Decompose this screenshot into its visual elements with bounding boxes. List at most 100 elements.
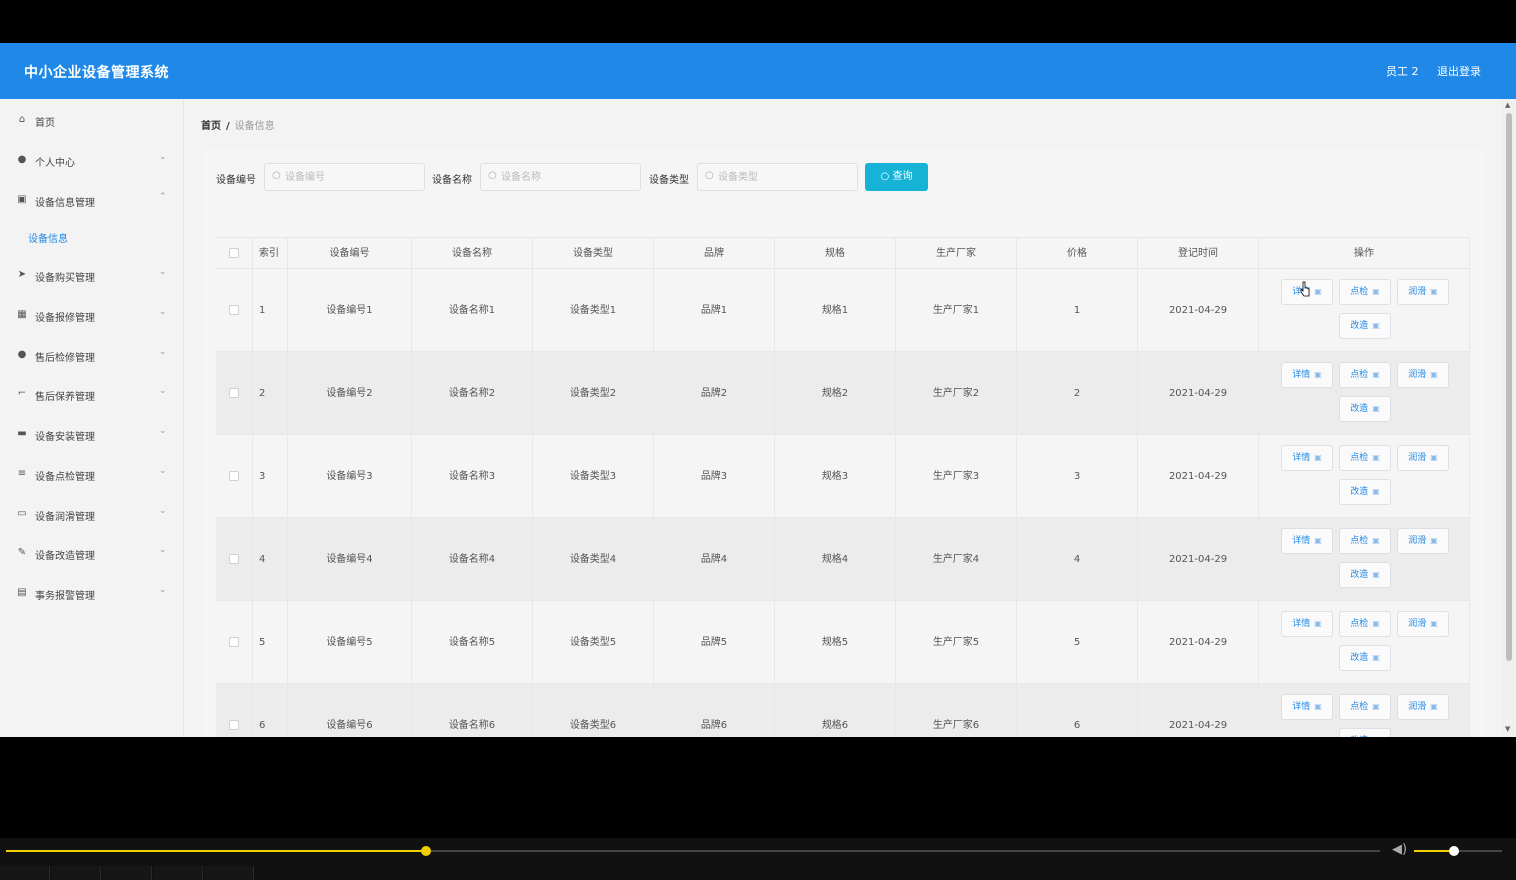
cell-brand: 品牌4 bbox=[654, 518, 775, 601]
lubricate-button[interactable]: 润滑 ▣ bbox=[1397, 528, 1449, 554]
progress-bar[interactable] bbox=[6, 846, 1380, 856]
detail-button[interactable]: 详情▣ bbox=[1281, 445, 1333, 471]
inspect-button[interactable]: 点检 ▣ bbox=[1339, 611, 1391, 637]
chevron-down-icon[interactable]: ⌄ bbox=[159, 585, 167, 595]
sidebar-item-label: 设备润滑管理 bbox=[35, 512, 95, 523]
row-checkbox-cell[interactable] bbox=[216, 269, 253, 352]
inspect-button[interactable]: 点检 ▣ bbox=[1339, 445, 1391, 471]
detail-button[interactable]: 详情▣ bbox=[1281, 528, 1333, 554]
cell-name: 设备名称1 bbox=[412, 269, 533, 352]
search-box-name[interactable]: ○ bbox=[480, 163, 641, 191]
chevron-down-icon[interactable]: ⌄ bbox=[159, 267, 167, 277]
progress-knob[interactable] bbox=[421, 846, 432, 856]
breadcrumb-home[interactable]: 首页 bbox=[201, 121, 221, 132]
content-panel: 设备编号 ○ 设备名称 ○ 设备类型 ○ ○ 查询 索引设备编号设备名称设备类型… bbox=[202, 149, 1485, 737]
search-label-code: 设备编号 bbox=[216, 175, 256, 186]
chevron-down-icon[interactable]: ⌄ bbox=[159, 152, 167, 162]
modify-button[interactable]: 改造▣ bbox=[1339, 562, 1391, 588]
sidebar-item[interactable]: ▬ 设备安装管理 ⌄ bbox=[0, 425, 184, 445]
player-tab[interactable] bbox=[153, 866, 203, 880]
row-checkbox-cell[interactable] bbox=[216, 352, 253, 435]
modify-button[interactable]: 改造▣ bbox=[1339, 645, 1391, 671]
sidebar-item[interactable]: ✎ 设备改造管理 ⌄ bbox=[0, 544, 184, 564]
chevron-down-icon[interactable]: ⌄ bbox=[159, 386, 167, 396]
action-label: 详情 bbox=[1292, 370, 1311, 380]
actions-cell: 详情▣点检▣润滑▣ 改造▣ bbox=[1259, 684, 1470, 737]
scrollbar-thumb[interactable] bbox=[1506, 113, 1512, 661]
volume-icon[interactable]: ◀) bbox=[1392, 842, 1407, 857]
app-window: 中小企业设备管理系统 员工 2 退出登录 ⌂ 首页 ● 个人中心 ⌄ ▣ 设备信息管理 ⌃ ➤ 设… bbox=[0, 43, 1516, 737]
inspect-button[interactable]: 点检 ▣ bbox=[1339, 362, 1391, 388]
query-button[interactable]: ○ 查询 bbox=[865, 163, 928, 191]
sidebar-item-label: 设备改造管理 bbox=[35, 551, 95, 562]
volume-knob[interactable] bbox=[1448, 846, 1459, 856]
row-checkbox-cell[interactable] bbox=[216, 601, 253, 684]
lubricate-button[interactable]: 润滑 ▣ bbox=[1397, 694, 1449, 720]
sidebar-item[interactable]: ● 个人中心 ⌄ bbox=[0, 151, 184, 171]
sidebar-item[interactable]: ▤ 事务报警管理 ⌄ bbox=[0, 584, 184, 604]
checkbox[interactable] bbox=[229, 248, 239, 258]
sidebar-item[interactable]: ≡ 设备点检管理 ⌄ bbox=[0, 465, 184, 485]
player-tab[interactable] bbox=[51, 866, 101, 880]
chevron-down-icon[interactable]: ⌄ bbox=[159, 545, 167, 555]
row-checkbox-cell[interactable] bbox=[216, 435, 253, 518]
lubricate-button[interactable]: 润滑 ▣ bbox=[1397, 279, 1449, 305]
device-code-input[interactable] bbox=[285, 168, 420, 186]
action-label: 详情 bbox=[1292, 536, 1311, 546]
cell-type: 设备类型5 bbox=[533, 601, 654, 684]
modify-button[interactable]: 改造▣ bbox=[1339, 479, 1391, 505]
modify-button[interactable]: 改造▣ bbox=[1339, 396, 1391, 422]
detail-button[interactable]: 详情▣ bbox=[1281, 611, 1333, 637]
sidebar-item[interactable]: ⌂ 首页 bbox=[0, 111, 184, 131]
row-checkbox-cell[interactable] bbox=[216, 684, 253, 737]
search-box-code[interactable]: ○ bbox=[264, 163, 425, 191]
player-tab[interactable] bbox=[102, 866, 152, 880]
sidebar-item[interactable]: ▣ 设备信息管理 ⌃ bbox=[0, 191, 184, 211]
page-scrollbar[interactable]: ▲ ▼ bbox=[1502, 99, 1516, 737]
lubricate-button[interactable]: 润滑 ▣ bbox=[1397, 611, 1449, 637]
scroll-up-arrow[interactable]: ▲ bbox=[1505, 101, 1510, 109]
sidebar-item-label: 售后检修管理 bbox=[35, 353, 95, 364]
chevron-down-icon[interactable]: ⌄ bbox=[159, 466, 167, 476]
checkbox[interactable] bbox=[229, 637, 239, 647]
checkbox[interactable] bbox=[229, 388, 239, 398]
cell-index: 6 bbox=[253, 684, 288, 737]
sidebar-item[interactable]: ▭ 设备润滑管理 ⌄ bbox=[0, 505, 184, 525]
volume-slider[interactable] bbox=[1414, 846, 1502, 856]
cell-index: 5 bbox=[253, 601, 288, 684]
chevron-down-icon[interactable]: ⌄ bbox=[159, 426, 167, 436]
row-checkbox-cell[interactable] bbox=[216, 518, 253, 601]
player-tab[interactable] bbox=[204, 866, 254, 880]
search-box-type[interactable]: ○ bbox=[697, 163, 858, 191]
scroll-down-arrow[interactable]: ▼ bbox=[1505, 725, 1510, 733]
logout-link[interactable]: 退出登录 bbox=[1437, 63, 1481, 79]
inspect-button[interactable]: 点检 ▣ bbox=[1339, 528, 1391, 554]
device-type-input[interactable] bbox=[718, 168, 853, 186]
sidebar-subitem-device-info[interactable]: 设备信息 bbox=[28, 230, 68, 245]
modify-button[interactable]: 改造▣ bbox=[1339, 728, 1391, 737]
current-user[interactable]: 员工 2 bbox=[1386, 63, 1419, 79]
inspect-button[interactable]: 点检 ▣ bbox=[1339, 279, 1391, 305]
detail-button[interactable]: 详情▣ bbox=[1281, 362, 1333, 388]
chevron-down-icon[interactable]: ⌄ bbox=[159, 307, 167, 317]
lubricate-button[interactable]: 润滑 ▣ bbox=[1397, 445, 1449, 471]
chevron-up-icon[interactable]: ⌃ bbox=[159, 192, 167, 202]
player-tab[interactable] bbox=[0, 866, 50, 880]
sidebar-item[interactable]: ⌐ 售后保养管理 ⌄ bbox=[0, 385, 184, 405]
modify-button[interactable]: 改造▣ bbox=[1339, 313, 1391, 339]
chevron-down-icon[interactable]: ⌄ bbox=[159, 347, 167, 357]
select-all-checkbox[interactable] bbox=[216, 238, 253, 269]
checkbox[interactable] bbox=[229, 305, 239, 315]
detail-button[interactable]: 详情▣ bbox=[1281, 694, 1333, 720]
checkbox[interactable] bbox=[229, 471, 239, 481]
checkbox[interactable] bbox=[229, 554, 239, 564]
sidebar-item[interactable]: ● 售后检修管理 ⌄ bbox=[0, 346, 184, 366]
checkbox[interactable] bbox=[229, 720, 239, 730]
sidebar-item[interactable]: ➤ 设备购买管理 ⌄ bbox=[0, 266, 184, 286]
chevron-down-icon[interactable]: ⌄ bbox=[159, 506, 167, 516]
lubricate-button[interactable]: 润滑 ▣ bbox=[1397, 362, 1449, 388]
action-label: 点检 bbox=[1350, 536, 1369, 546]
inspect-button[interactable]: 点检 ▣ bbox=[1339, 694, 1391, 720]
sidebar-item[interactable]: ▦ 设备报修管理 ⌄ bbox=[0, 306, 184, 326]
device-name-input[interactable] bbox=[501, 168, 636, 186]
